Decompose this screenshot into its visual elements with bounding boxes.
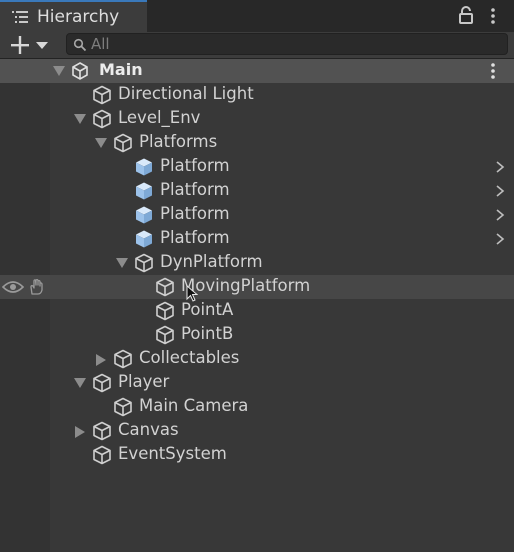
gameobject-cube-icon	[114, 133, 132, 153]
gameobject-cube-icon	[156, 301, 174, 321]
hierarchy-row[interactable]: Platform	[0, 203, 514, 227]
hierarchy-item-label: Platform	[160, 180, 230, 199]
expand-arrow-down-icon[interactable]	[74, 378, 86, 388]
hierarchy-row[interactable]: Platforms	[0, 131, 514, 155]
hierarchy-item-label: Player	[118, 372, 170, 391]
prefab-cube-icon	[136, 206, 152, 224]
lock-icon[interactable]	[459, 6, 473, 24]
hierarchy-tree: Directional Light Level_Env Platforms Platf…	[0, 83, 514, 552]
hierarchy-row[interactable]: EventSystem	[0, 443, 514, 467]
gameobject-cube-icon	[114, 349, 132, 369]
scene-header[interactable]: Main	[0, 59, 514, 83]
hierarchy-row[interactable]: PointA	[0, 299, 514, 323]
gameobject-cube-icon	[93, 85, 111, 105]
create-button[interactable]	[8, 34, 52, 56]
hierarchy-row[interactable]: Platform	[0, 155, 514, 179]
toolbar	[0, 32, 514, 59]
tab-label: Hierarchy	[37, 7, 120, 27]
open-prefab-chevron-icon[interactable]	[495, 233, 505, 245]
prefab-cube-icon	[136, 182, 152, 200]
scene-name: Main	[99, 60, 143, 79]
gameobject-cube-icon	[93, 109, 111, 129]
expand-arrow-right-icon[interactable]	[96, 354, 106, 366]
gameobject-cube-icon	[156, 277, 174, 297]
tab-bar: Hierarchy	[0, 0, 514, 32]
tab-hierarchy[interactable]: Hierarchy	[0, 0, 147, 32]
open-prefab-chevron-icon[interactable]	[495, 161, 505, 173]
hierarchy-list-icon	[12, 11, 28, 23]
expand-arrow-down-icon[interactable]	[74, 114, 86, 124]
gameobject-cube-icon	[93, 421, 111, 441]
scene-menu-icon[interactable]	[486, 62, 500, 80]
hierarchy-item-label: MovingPlatform	[181, 276, 311, 295]
hierarchy-row[interactable]: DynPlatform	[0, 251, 514, 275]
expand-arrow-down-icon[interactable]	[116, 258, 128, 268]
hierarchy-item-label: Platform	[160, 204, 230, 223]
hierarchy-item-label: DynPlatform	[160, 252, 263, 271]
gameobject-cube-icon	[93, 445, 111, 465]
hierarchy-row[interactable]: MovingPlatform	[0, 275, 514, 302]
visibility-eye-icon[interactable]	[2, 280, 24, 294]
hierarchy-item-label: Canvas	[118, 420, 179, 439]
prefab-cube-icon	[136, 158, 152, 176]
pickability-hand-icon[interactable]	[28, 278, 46, 296]
prefab-cube-icon	[136, 230, 152, 248]
hierarchy-item-label: Platforms	[139, 132, 218, 151]
hierarchy-item-label: PointB	[181, 324, 234, 343]
hierarchy-row[interactable]: Main Camera	[0, 395, 514, 419]
open-prefab-chevron-icon[interactable]	[495, 185, 505, 197]
hierarchy-item-label: Main Camera	[139, 396, 249, 415]
unity-scene-icon	[72, 62, 88, 80]
expand-arrow-right-icon[interactable]	[75, 426, 85, 438]
gameobject-cube-icon	[114, 397, 132, 417]
plus-dropdown-icon	[11, 36, 48, 54]
search-icon	[73, 38, 87, 52]
hierarchy-item-label: Directional Light	[118, 84, 254, 103]
open-prefab-chevron-icon[interactable]	[495, 209, 505, 221]
hierarchy-item-label: Platform	[160, 228, 230, 247]
scene-expand-arrow-icon[interactable]	[53, 66, 65, 76]
hierarchy-row[interactable]: Collectables	[0, 347, 514, 371]
hierarchy-row[interactable]: Player	[0, 371, 514, 395]
hierarchy-row[interactable]: Level_Env	[0, 107, 514, 131]
search-input[interactable]	[91, 34, 491, 54]
hierarchy-item-label: EventSystem	[118, 444, 227, 463]
hierarchy-item-label: Platform	[160, 156, 230, 175]
gameobject-cube-icon	[135, 253, 153, 273]
search-field[interactable]	[66, 33, 508, 55]
hierarchy-row[interactable]: Platform	[0, 179, 514, 203]
hierarchy-item-label: Level_Env	[118, 108, 201, 127]
expand-arrow-down-icon[interactable]	[95, 138, 107, 148]
hierarchy-item-label: Collectables	[139, 348, 240, 367]
gameobject-cube-icon	[156, 325, 174, 345]
gameobject-cube-icon	[93, 373, 111, 393]
hierarchy-window: Hierarchy All Main Directional Light Lev…	[0, 0, 514, 552]
hierarchy-row[interactable]: PointB	[0, 323, 514, 347]
hierarchy-row[interactable]: Platform	[0, 227, 514, 251]
hierarchy-item-label: PointA	[181, 300, 234, 319]
hierarchy-row[interactable]: Directional Light	[0, 83, 514, 107]
window-menu-icon[interactable]	[486, 6, 500, 26]
hierarchy-row[interactable]: Canvas	[0, 419, 514, 443]
